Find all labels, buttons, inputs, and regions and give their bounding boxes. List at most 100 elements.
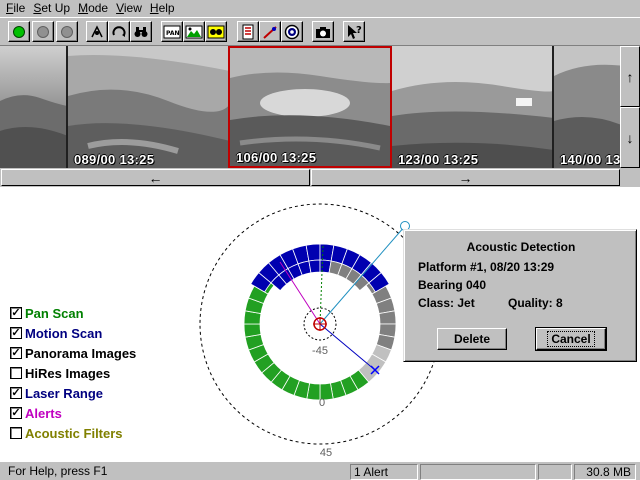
help-pointer-icon: ? (348, 24, 362, 39)
laser-bearing-line (319, 323, 376, 371)
target-icon (284, 24, 300, 39)
stop-icon (61, 25, 73, 38)
strip-frame[interactable]: 089/00 13:25 (68, 46, 230, 168)
layer-motion-scan[interactable]: ✓ Motion Scan (10, 323, 136, 343)
menu-bar: File Set Up Mode View Help (0, 0, 640, 17)
layer-pan-scan[interactable]: ✓ Pan Scan (10, 303, 136, 323)
scroll-right-button[interactable]: → (311, 169, 620, 186)
layer-label: Acoustic Filters (25, 425, 123, 441)
stop-button[interactable] (56, 21, 78, 42)
camera-icon (316, 26, 330, 38)
detect-icon (207, 25, 225, 38)
refresh-icon (112, 25, 126, 37)
ring-segment (305, 243, 321, 262)
ruler-icon (242, 24, 254, 39)
laser-button[interactable] (259, 21, 281, 42)
binoculars-button[interactable] (130, 21, 152, 42)
refresh-button[interactable] (108, 21, 130, 42)
checkbox[interactable] (10, 427, 22, 439)
status-memory: 30.8 MB (574, 464, 636, 480)
strip-frame[interactable]: 123/00 13:25 (392, 46, 554, 168)
frame-timestamp: 089/00 13:25 (74, 152, 155, 167)
pan-icon: PAN (163, 25, 181, 38)
binoculars-icon (134, 26, 148, 37)
arrow-up-icon: ↑ (626, 68, 634, 85)
go-green-icon (13, 25, 25, 38)
checkbox[interactable]: ✓ (10, 307, 22, 319)
menu-view-label: iew (123, 1, 142, 15)
checkbox[interactable]: ✓ (10, 387, 22, 399)
layer-label: Alerts (25, 405, 62, 421)
strip-horizontal-scroll: ← → (0, 168, 640, 187)
layer-label: HiRes Images (25, 365, 111, 381)
status-pane-empty (538, 464, 572, 480)
context-help-button[interactable]: ? (343, 21, 365, 42)
acoustic-sensor-icon (91, 24, 103, 37)
status-pane-empty (420, 464, 536, 480)
ruler-button[interactable] (237, 21, 259, 42)
strip-frame[interactable]: 140/00 13:25 (554, 46, 620, 168)
menu-help[interactable]: Help (146, 0, 179, 17)
acoustic-detection-dialog: Acoustic Detection Platform #1, 08/20 13… (403, 229, 637, 362)
ring-segment (308, 259, 321, 274)
class-text: Class: Jet (418, 296, 475, 310)
layer-panorama-images[interactable]: ✓ Panorama Images (10, 343, 136, 363)
layer-hires-images[interactable]: HiRes Images (10, 363, 136, 383)
layer-laser-range[interactable]: ✓ Laser Range (10, 383, 136, 403)
arrow-left-icon: ← (148, 169, 163, 186)
frame-timestamp: 123/00 13:25 (398, 152, 479, 167)
quality-text: Quality: 8 (508, 296, 563, 310)
cancel-label: Cancel (547, 331, 595, 347)
pan-button[interactable]: PAN (161, 21, 183, 42)
dialog-title: Acoustic Detection (466, 240, 576, 254)
record-icon (37, 25, 49, 38)
arrow-right-icon: → (458, 169, 473, 186)
checkbox[interactable] (10, 367, 22, 379)
checkbox[interactable]: ✓ (10, 327, 22, 339)
arrow-down-icon: ↓ (626, 129, 634, 146)
layer-label: Panorama Images (25, 345, 137, 361)
cancel-button[interactable]: Cancel (535, 327, 607, 351)
status-alerts: 1 Alert (350, 464, 418, 480)
checkbox[interactable]: ✓ (10, 407, 22, 419)
layer-acoustic-filters[interactable]: Acoustic Filters (10, 423, 136, 443)
scroll-up-button[interactable]: ↑ (620, 46, 640, 107)
checkbox[interactable]: ✓ (10, 347, 22, 359)
delete-label: Delete (453, 332, 491, 346)
layer-label: Motion Scan (25, 325, 103, 341)
menu-mode[interactable]: Mode (74, 0, 112, 17)
panorama-frame-image (0, 46, 66, 168)
ring-segment (378, 310, 397, 325)
menu-view-mnemonic: V (116, 1, 124, 15)
menu-setup[interactable]: Set Up (29, 0, 74, 17)
scroll-down-button[interactable]: ↓ (620, 107, 640, 168)
svg-text:PAN: PAN (166, 30, 180, 37)
strip-frame[interactable] (0, 46, 68, 168)
frame-timestamp: 140/00 13:25 (560, 152, 620, 167)
ring-segment (243, 323, 262, 338)
strip-vertical-scroll: ↑ ↓ (620, 46, 640, 168)
status-help-text: For Help, press F1 (8, 464, 108, 478)
platform-text: Platform #1, 08/20 13:29 (418, 260, 555, 274)
menu-view[interactable]: View (112, 0, 146, 17)
ring-label-outer: 45 (320, 447, 332, 459)
record-button[interactable] (32, 21, 54, 42)
panorama-frame-image (230, 48, 390, 166)
go-button[interactable] (8, 21, 30, 42)
svg-text:?: ? (356, 25, 362, 36)
strip-frame-selected[interactable]: 106/00 13:25 (228, 46, 392, 168)
acoustic-sensor-button[interactable] (86, 21, 108, 42)
menu-file[interactable]: File (2, 0, 29, 17)
panorama-button[interactable] (183, 21, 205, 42)
layer-alerts[interactable]: ✓ Alerts (10, 403, 136, 423)
camera-button[interactable] (312, 21, 334, 42)
target-button[interactable] (281, 21, 303, 42)
menu-mode-label: ode (88, 1, 109, 15)
panorama-icon (185, 25, 203, 38)
delete-button[interactable]: Delete (437, 328, 507, 350)
menu-help-label: elp (158, 1, 175, 15)
toolbar: PAN ? (0, 17, 640, 46)
laser-icon (263, 25, 277, 39)
detect-button[interactable] (205, 21, 227, 42)
scroll-left-button[interactable]: ← (1, 169, 310, 186)
